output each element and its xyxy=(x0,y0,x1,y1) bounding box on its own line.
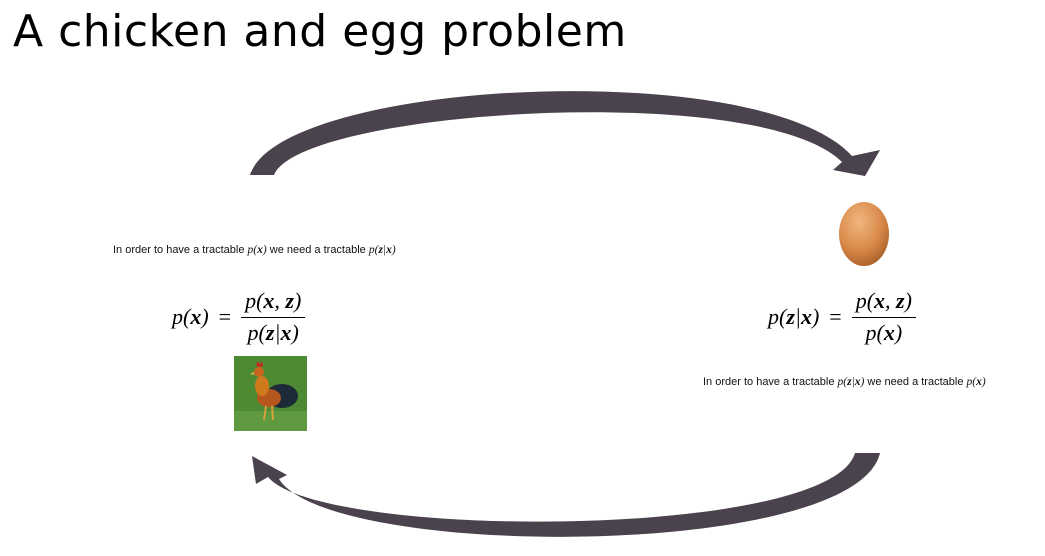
egg-image xyxy=(839,202,889,266)
top-curved-arrow xyxy=(250,91,880,176)
equals-sign: = xyxy=(218,304,232,329)
left-explanation-note: In order to have a tractable p(x) we nee… xyxy=(113,244,396,256)
math-px: p(x) xyxy=(966,376,986,388)
right-equation: p(z|x) = p(x, z) p(x) xyxy=(768,288,916,346)
fraction-denominator: p(x) xyxy=(865,320,903,345)
fraction-denominator: p(z|x) xyxy=(247,320,299,345)
math-pzx: p(z|x) xyxy=(837,376,865,388)
rooster-image xyxy=(234,356,307,431)
fraction-numerator: p(x, z) xyxy=(851,288,916,318)
equation-lhs: p(z|x) xyxy=(768,304,820,329)
cycle-arrows xyxy=(250,91,880,537)
math-pzx: p(z|x) xyxy=(368,244,396,256)
equation-lhs: p(x) xyxy=(172,304,209,329)
math-px: p(x) xyxy=(247,244,267,256)
fraction-numerator: p(x, z) xyxy=(241,288,306,318)
right-explanation-note: In order to have a tractable p(z|x) we n… xyxy=(703,376,986,388)
equals-sign: = xyxy=(829,304,842,329)
bottom-curved-arrow xyxy=(252,453,880,537)
fraction: p(x, z) p(z|x) xyxy=(241,288,306,346)
fraction: p(x, z) p(x) xyxy=(851,288,916,346)
left-equation: p(x) = p(x, z) p(z|x) xyxy=(172,288,306,346)
